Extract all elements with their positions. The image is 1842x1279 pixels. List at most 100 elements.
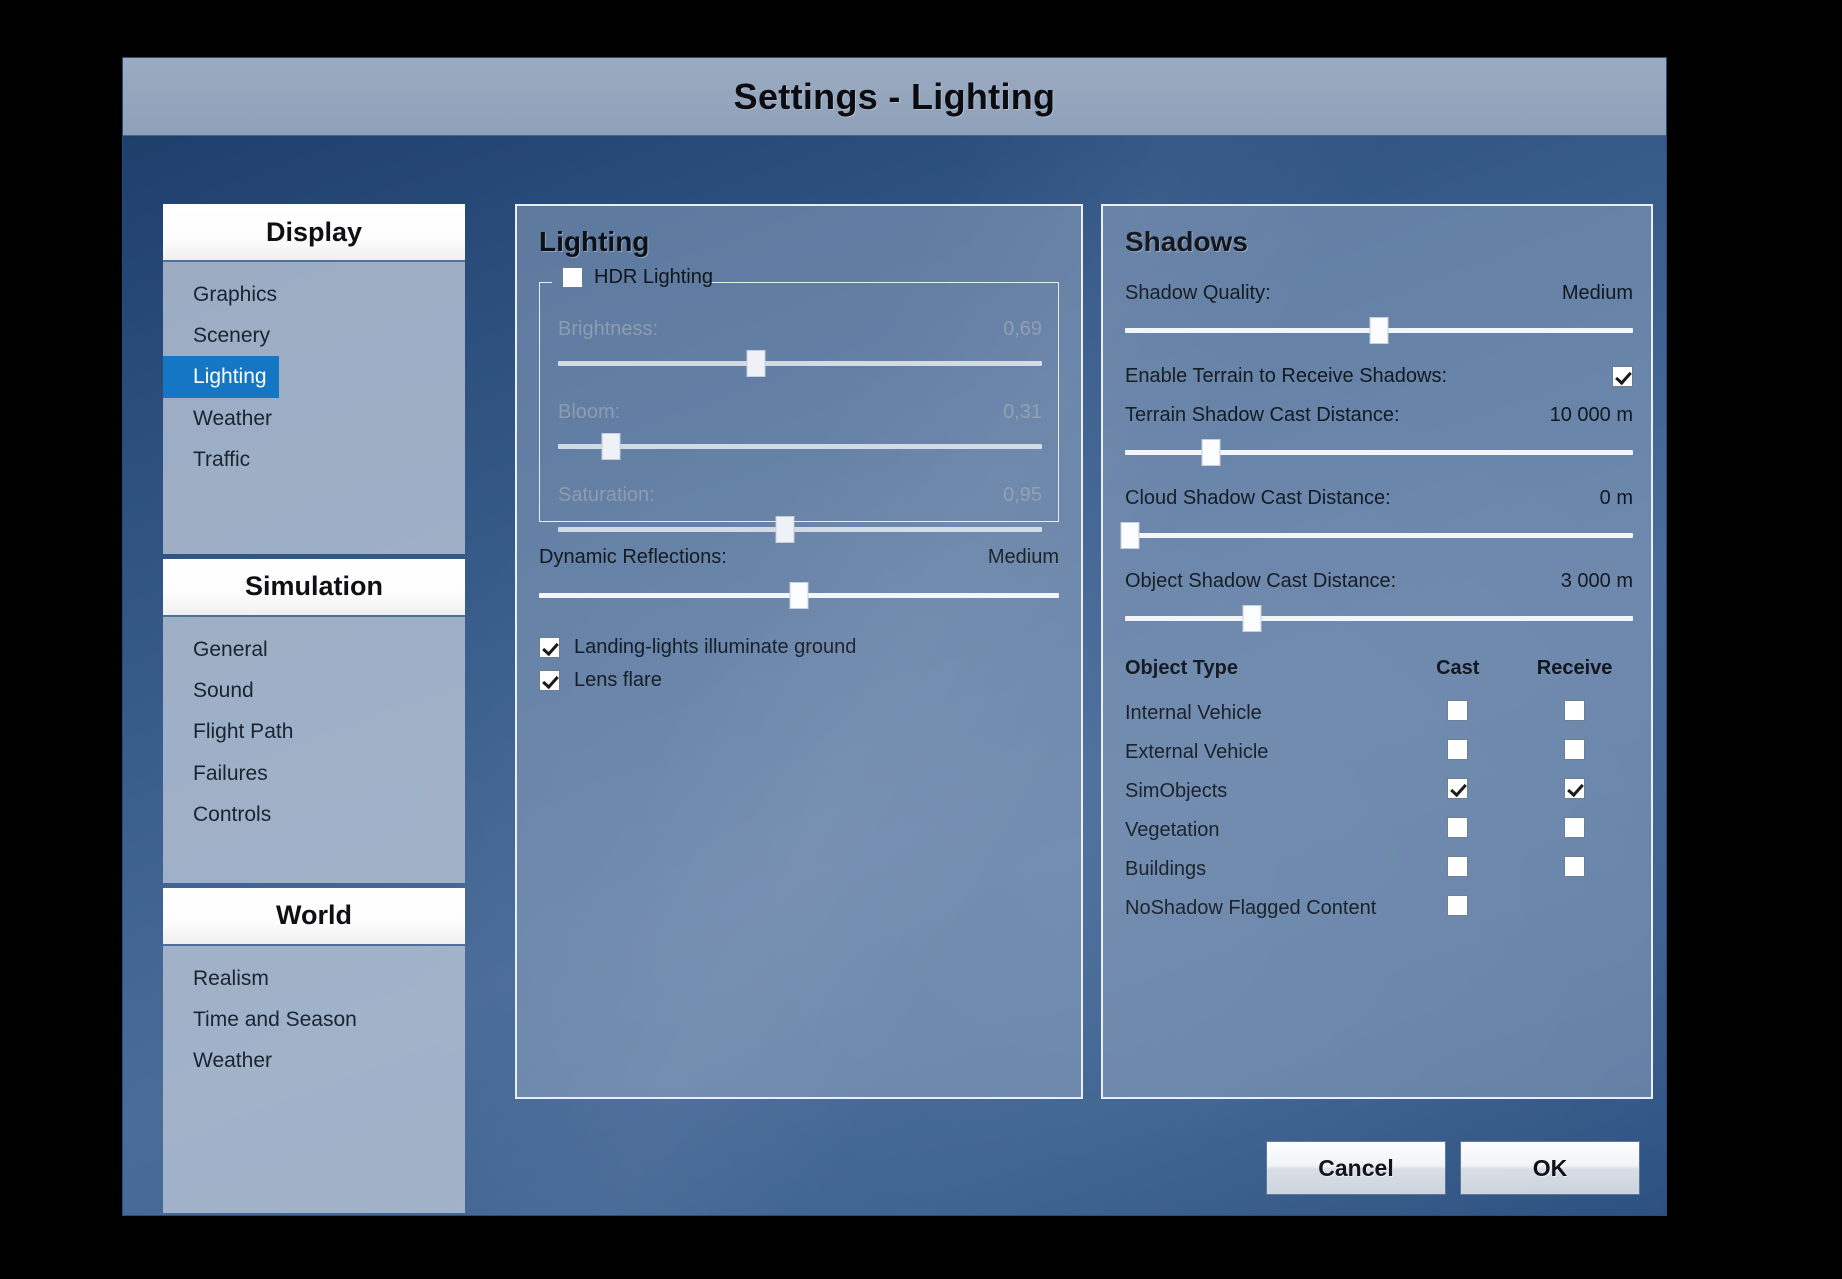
brightness-slider[interactable]	[558, 350, 1042, 377]
receive-cell	[1516, 889, 1633, 928]
saturation-slider[interactable]	[558, 516, 1042, 543]
hdr-lighting-checkbox[interactable]	[562, 267, 583, 288]
brightness-row: Brightness: 0,69	[558, 318, 1042, 341]
sidebar-item-flight-path[interactable]: Flight Path	[163, 711, 293, 752]
hdr-lighting-label: HDR Lighting	[594, 266, 713, 288]
sidebar-header-simulation: Simulation	[163, 558, 465, 617]
shadow-quality-slider[interactable]	[1125, 317, 1633, 344]
receive-checkbox[interactable]	[1564, 817, 1586, 838]
dynamic-reflections-value: Medium	[987, 546, 1059, 568]
slider-thumb[interactable]	[746, 350, 766, 377]
terrain-shadow-cast-distance-slider[interactable]	[1125, 439, 1633, 466]
object-type-label: Buildings	[1125, 858, 1207, 880]
bloom-slider[interactable]	[558, 433, 1042, 460]
cast-cell	[1399, 811, 1516, 850]
receive-cell	[1516, 694, 1633, 733]
cast-cell	[1399, 694, 1516, 733]
sidebar-item-realism[interactable]: Realism	[163, 958, 269, 999]
dynamic-reflections-row: Dynamic Reflections: Medium	[539, 546, 1059, 569]
table-row: Internal Vehicle	[1125, 694, 1633, 733]
slider-track	[558, 527, 1042, 532]
col-receive: Receive	[1536, 657, 1613, 679]
receive-cell	[1516, 772, 1633, 811]
sidebar-item-controls[interactable]: Controls	[163, 794, 271, 835]
ok-button[interactable]: OK	[1460, 1141, 1640, 1195]
lens-flare-checkbox[interactable]	[539, 670, 560, 691]
lens-flare-label: Lens flare	[574, 669, 662, 691]
slider-track	[1125, 616, 1633, 621]
receive-cell	[1516, 811, 1633, 850]
object-type-label: External Vehicle	[1125, 741, 1269, 763]
receive-checkbox[interactable]	[1564, 700, 1586, 721]
receive-cell	[1516, 850, 1633, 889]
shadow-quality-value: Medium	[1561, 282, 1633, 304]
terrain-shadow-cast-distance-label: Terrain Shadow Cast Distance:	[1125, 404, 1400, 426]
lighting-panel: Lighting HDR Lighting Brightness: 0,69 B…	[515, 204, 1083, 1099]
cloud-shadow-cast-distance-slider[interactable]	[1120, 522, 1633, 549]
cast-checkbox[interactable]	[1447, 817, 1469, 838]
slider-thumb[interactable]	[1242, 605, 1262, 632]
dialog-body: Display Graphics Scenery Lighting Weathe…	[123, 136, 1666, 1215]
groupbox-border-left	[540, 282, 552, 283]
cast-cell	[1399, 850, 1516, 889]
landing-lights-row[interactable]: Landing-lights illuminate ground	[539, 636, 1059, 659]
cast-cell	[1399, 889, 1516, 928]
cast-cell	[1399, 772, 1516, 811]
cloud-shadow-cast-distance-row: Cloud Shadow Cast Distance: 0 m	[1125, 487, 1633, 510]
cast-checkbox[interactable]	[1447, 778, 1469, 799]
slider-thumb[interactable]	[789, 582, 809, 609]
sidebar-item-world-weather[interactable]: Weather	[163, 1040, 272, 1081]
slider-thumb[interactable]	[1369, 317, 1389, 344]
slider-thumb[interactable]	[601, 433, 621, 460]
sidebar-item-weather[interactable]: Weather	[163, 398, 272, 439]
sidebar-group-world: World Realism Time and Season Weather	[163, 887, 465, 1214]
sidebar-item-traffic[interactable]: Traffic	[163, 439, 250, 480]
sidebar-items-world: Realism Time and Season Weather	[163, 945, 465, 1214]
terrain-receive-shadows-row: Enable Terrain to Receive Shadows:	[1125, 365, 1633, 388]
cancel-button[interactable]: Cancel	[1266, 1141, 1446, 1195]
lens-flare-row[interactable]: Lens flare	[539, 669, 1059, 692]
saturation-label: Saturation:	[558, 484, 655, 506]
cast-checkbox[interactable]	[1447, 895, 1469, 916]
object-type-label: SimObjects	[1125, 780, 1228, 802]
sidebar-item-sound[interactable]: Sound	[163, 670, 254, 711]
sidebar-item-general[interactable]: General	[163, 629, 268, 670]
dynamic-reflections-slider[interactable]	[539, 582, 1059, 609]
cast-checkbox[interactable]	[1447, 700, 1469, 721]
bloom-row: Bloom: 0,31	[558, 401, 1042, 424]
sidebar-item-time-and-season[interactable]: Time and Season	[163, 999, 357, 1040]
receive-checkbox[interactable]	[1564, 739, 1586, 760]
table-row: Buildings	[1125, 850, 1633, 889]
slider-thumb[interactable]	[1120, 522, 1140, 549]
cloud-shadow-cast-distance-value: 0 m	[1599, 487, 1633, 509]
sidebar-item-scenery[interactable]: Scenery	[163, 315, 270, 356]
cast-checkbox[interactable]	[1447, 856, 1469, 877]
dialog-footer: Cancel OK	[1266, 1141, 1640, 1195]
slider-thumb[interactable]	[1201, 439, 1221, 466]
terrain-shadow-cast-distance-value: 10 000 m	[1549, 404, 1633, 426]
object-type-label: NoShadow Flagged Content	[1125, 897, 1377, 919]
slider-thumb[interactable]	[775, 516, 795, 543]
slider-track	[558, 444, 1042, 449]
terrain-receive-shadows-checkbox[interactable]	[1612, 366, 1633, 387]
receive-checkbox[interactable]	[1564, 856, 1586, 877]
sidebar-items-display: Graphics Scenery Lighting Weather Traffi…	[163, 262, 465, 554]
slider-track	[558, 361, 1042, 366]
sidebar-item-failures[interactable]: Failures	[163, 753, 268, 794]
sidebar-item-lighting[interactable]: Lighting	[163, 356, 279, 398]
col-object-type: Object Type	[1125, 657, 1238, 679]
receive-checkbox[interactable]	[1564, 778, 1586, 799]
slider-track	[1125, 533, 1633, 538]
brightness-label: Brightness:	[558, 318, 659, 340]
cast-checkbox[interactable]	[1447, 739, 1469, 760]
sidebar-header-display: Display	[163, 204, 465, 262]
sidebar-item-graphics[interactable]: Graphics	[163, 274, 277, 315]
table-header-row: Object Type Cast Receive	[1125, 657, 1633, 694]
object-shadow-cast-distance-slider[interactable]	[1125, 605, 1633, 632]
screen: Settings - Lighting Display Graphics Sce…	[0, 0, 1842, 1279]
hdr-lighting-legend: HDR Lighting	[562, 266, 713, 289]
landing-lights-checkbox[interactable]	[539, 637, 560, 658]
sidebar-header-world: World	[163, 887, 465, 946]
